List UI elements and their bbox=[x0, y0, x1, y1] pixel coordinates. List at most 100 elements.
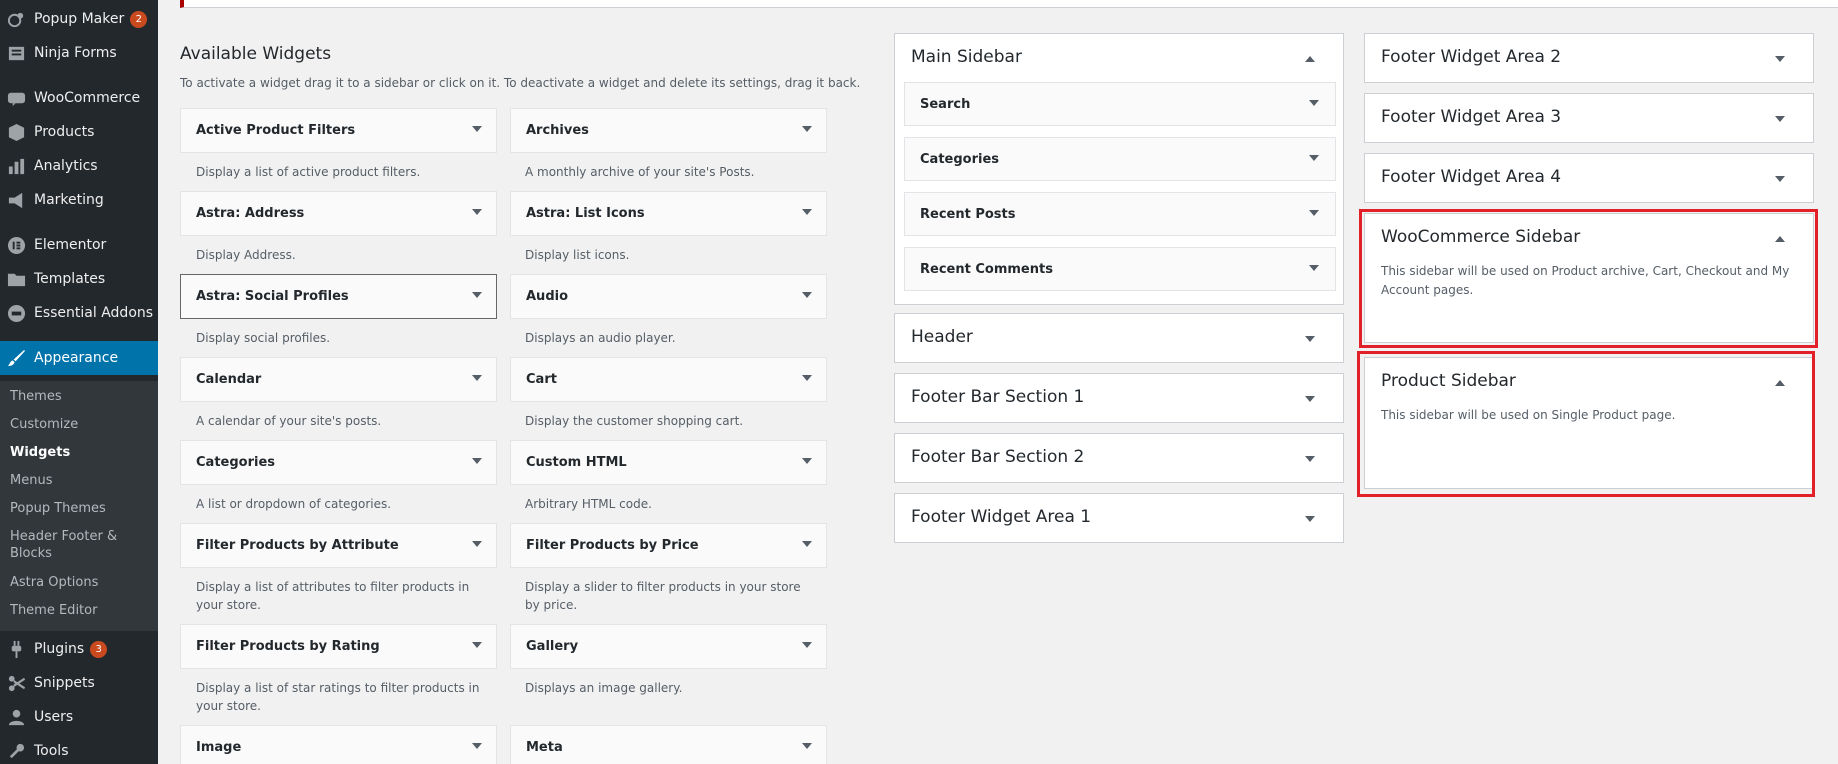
menu-marketing[interactable]: Marketing bbox=[0, 183, 158, 217]
widget-gallery[interactable]: Gallery bbox=[510, 624, 827, 669]
submenu-theme-editor[interactable]: Theme Editor bbox=[10, 602, 150, 619]
user-icon bbox=[6, 707, 26, 727]
expand-arrow-icon[interactable] bbox=[472, 126, 482, 132]
menu-label: Users bbox=[34, 709, 74, 725]
submenu-popup-themes[interactable]: Popup Themes bbox=[10, 500, 150, 517]
expand-arrow-icon[interactable] bbox=[1309, 100, 1319, 106]
widget-categories[interactable]: Categories bbox=[180, 440, 497, 485]
expand-arrow-icon[interactable] bbox=[472, 292, 482, 298]
menu-analytics[interactable]: Analytics bbox=[0, 149, 158, 183]
expand-arrow-icon[interactable] bbox=[1305, 396, 1315, 402]
sidebar-footer-widget-area-3[interactable]: Footer Widget Area 3 bbox=[1364, 93, 1814, 143]
expand-arrow-icon[interactable] bbox=[472, 209, 482, 215]
expand-arrow-icon[interactable] bbox=[1775, 116, 1785, 122]
sidebar-footer-widget-area-1[interactable]: Footer Widget Area 1 bbox=[894, 493, 1344, 543]
expand-arrow-icon[interactable] bbox=[472, 541, 482, 547]
expand-arrow-icon[interactable] bbox=[472, 743, 482, 749]
expand-arrow-icon[interactable] bbox=[802, 541, 812, 547]
sidebar-widget-recent-posts[interactable]: Recent Posts bbox=[904, 192, 1336, 236]
expand-arrow-icon[interactable] bbox=[1309, 210, 1319, 216]
popup-icon bbox=[6, 9, 26, 29]
menu-snippets[interactable]: Snippets bbox=[0, 666, 158, 700]
widget-astra-social-profiles[interactable]: Astra: Social Profiles bbox=[180, 274, 497, 319]
menu-popup-maker[interactable]: Popup Maker 2 bbox=[0, 2, 158, 36]
widget-image[interactable]: Image bbox=[180, 725, 497, 764]
collapse-arrow-icon[interactable] bbox=[1775, 380, 1785, 386]
expand-arrow-icon[interactable] bbox=[802, 458, 812, 464]
bar-chart-icon bbox=[6, 156, 26, 176]
expand-arrow-icon[interactable] bbox=[802, 743, 812, 749]
menu-plugins[interactable]: Plugins 3 bbox=[0, 632, 158, 666]
expand-arrow-icon[interactable] bbox=[802, 292, 812, 298]
sidebar-widget-recent-comments[interactable]: Recent Comments bbox=[904, 247, 1336, 291]
menu-label: Elementor bbox=[34, 237, 107, 253]
widget-description: Arbitrary HTML code. bbox=[525, 497, 652, 511]
menu-essential-addons[interactable]: Essential Addons bbox=[0, 296, 158, 330]
widget-astra-list-icons[interactable]: Astra: List Icons bbox=[510, 191, 827, 236]
sidebar-header[interactable]: Header bbox=[894, 313, 1344, 363]
sidebar-title[interactable]: WooCommerce Sidebar bbox=[1381, 227, 1580, 247]
widget-archives[interactable]: Archives bbox=[510, 108, 827, 153]
sidebar-product: Product Sidebar This sidebar will be use… bbox=[1364, 357, 1814, 489]
menu-appearance[interactable]: Appearance bbox=[0, 341, 158, 375]
submenu-header-footer-blocks[interactable]: Header Footer & Blocks bbox=[10, 528, 150, 562]
expand-arrow-icon[interactable] bbox=[802, 209, 812, 215]
widget-filter-products-by-price[interactable]: Filter Products by Price bbox=[510, 523, 827, 568]
widget-title: Categories bbox=[920, 151, 1000, 167]
widget-title: Gallery bbox=[526, 639, 579, 654]
widget-audio[interactable]: Audio bbox=[510, 274, 827, 319]
expand-arrow-icon[interactable] bbox=[472, 458, 482, 464]
widget-custom-html[interactable]: Custom HTML bbox=[510, 440, 827, 485]
widget-description: Display the customer shopping cart. bbox=[525, 414, 744, 428]
expand-arrow-icon[interactable] bbox=[472, 642, 482, 648]
menu-products[interactable]: Products bbox=[0, 115, 158, 149]
menu-woocommerce[interactable]: WooCommerce bbox=[0, 81, 158, 115]
expand-arrow-icon[interactable] bbox=[802, 126, 812, 132]
sidebar-title[interactable]: Product Sidebar bbox=[1381, 371, 1516, 391]
widget-description: Display list icons. bbox=[525, 248, 630, 262]
expand-arrow-icon[interactable] bbox=[1305, 456, 1315, 462]
sidebar-footer-widget-area-2[interactable]: Footer Widget Area 2 bbox=[1364, 33, 1814, 83]
collapse-arrow-icon[interactable] bbox=[1305, 56, 1315, 62]
sidebar-description: This sidebar will be used on Single Prod… bbox=[1381, 408, 1676, 422]
expand-arrow-icon[interactable] bbox=[802, 642, 812, 648]
sidebar-widget-categories[interactable]: Categories bbox=[904, 137, 1336, 181]
menu-elementor[interactable]: Elementor bbox=[0, 228, 158, 262]
menu-templates[interactable]: Templates bbox=[0, 262, 158, 296]
expand-arrow-icon[interactable] bbox=[472, 375, 482, 381]
widget-astra-address[interactable]: Astra: Address bbox=[180, 191, 497, 236]
submenu-widgets[interactable]: Widgets bbox=[10, 444, 150, 461]
expand-arrow-icon[interactable] bbox=[1305, 516, 1315, 522]
sidebar-footer-bar-section-2[interactable]: Footer Bar Section 2 bbox=[894, 433, 1344, 483]
expand-arrow-icon[interactable] bbox=[1309, 265, 1319, 271]
submenu-astra-options[interactable]: Astra Options bbox=[10, 574, 150, 591]
widget-title: Recent Comments bbox=[920, 261, 1053, 277]
sidebar-widget-search[interactable]: Search bbox=[904, 82, 1336, 126]
sidebar-title[interactable]: Main Sidebar bbox=[911, 47, 1022, 67]
expand-arrow-icon[interactable] bbox=[1309, 155, 1319, 161]
menu-ninja-forms[interactable]: Ninja Forms bbox=[0, 36, 158, 70]
expand-arrow-icon[interactable] bbox=[1305, 336, 1315, 342]
expand-arrow-icon[interactable] bbox=[802, 375, 812, 381]
widget-title: Filter Products by Rating bbox=[196, 639, 380, 654]
widget-filter-products-by-rating[interactable]: Filter Products by Rating bbox=[180, 624, 497, 669]
widget-active-product-filters[interactable]: Active Product Filters bbox=[180, 108, 497, 153]
submenu-menus[interactable]: Menus bbox=[10, 472, 150, 489]
widget-calendar[interactable]: Calendar bbox=[180, 357, 497, 402]
submenu-customize[interactable]: Customize bbox=[10, 416, 150, 433]
menu-tools[interactable]: Tools bbox=[0, 734, 158, 764]
expand-arrow-icon[interactable] bbox=[1775, 56, 1785, 62]
expand-arrow-icon[interactable] bbox=[1775, 176, 1785, 182]
menu-users[interactable]: Users bbox=[0, 700, 158, 734]
sidebar-footer-bar-section-1[interactable]: Footer Bar Section 1 bbox=[894, 373, 1344, 423]
widget-filter-products-by-attribute[interactable]: Filter Products by Attribute bbox=[180, 523, 497, 568]
ea-icon bbox=[6, 303, 26, 323]
sidebar-footer-widget-area-4[interactable]: Footer Widget Area 4 bbox=[1364, 153, 1814, 203]
widget-title: Astra: List Icons bbox=[526, 206, 645, 221]
widget-description: A monthly archive of your site's Posts. bbox=[525, 165, 755, 179]
widget-meta[interactable]: Meta bbox=[510, 725, 827, 764]
submenu-themes[interactable]: Themes bbox=[10, 388, 150, 405]
collapse-arrow-icon[interactable] bbox=[1775, 236, 1785, 242]
widget-cart[interactable]: Cart bbox=[510, 357, 827, 402]
widget-description: Displays an image gallery. bbox=[525, 681, 683, 695]
